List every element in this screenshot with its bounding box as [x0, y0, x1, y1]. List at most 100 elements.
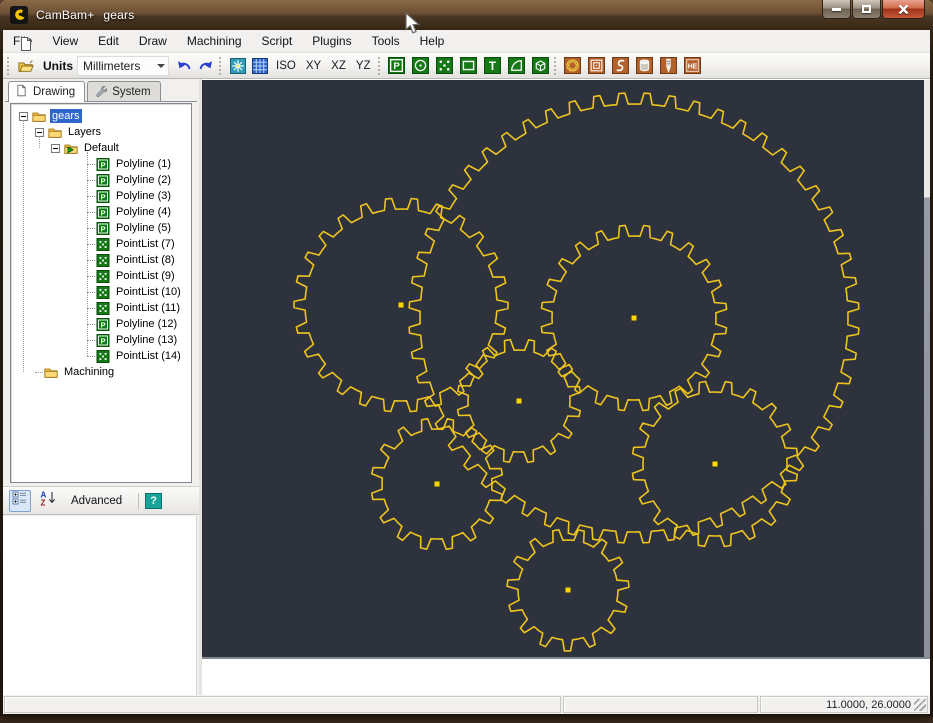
- tree-collapse-toggle[interactable]: [51, 144, 60, 153]
- tree-item-polyline-1[interactable]: PPolyline (1): [11, 156, 191, 172]
- gear-bottom-center-point[interactable]: [566, 588, 571, 593]
- tree-item-pointlist-11[interactable]: PointList (11): [11, 300, 191, 316]
- pointlist-icon: [96, 238, 110, 251]
- property-grid[interactable]: [3, 516, 197, 695]
- view-xz-button[interactable]: XZ: [326, 57, 351, 75]
- tree-item-machining[interactable]: Machining: [11, 364, 191, 380]
- tree-connector: [87, 164, 95, 165]
- gear-center-shaft-center-point[interactable]: [632, 316, 637, 321]
- view-yz-button[interactable]: YZ: [351, 57, 376, 75]
- drill-op-icon[interactable]: [658, 55, 680, 77]
- draw-circle-icon[interactable]: [410, 55, 432, 77]
- sort-alphabetical-button[interactable]: AZ: [37, 490, 59, 512]
- tab-drawing[interactable]: Drawing: [8, 81, 85, 102]
- folder-icon: [44, 366, 58, 379]
- tree-item-polyline-3[interactable]: PPolyline (3): [11, 188, 191, 204]
- close-button[interactable]: [882, 0, 925, 19]
- tree-item-gears[interactable]: gears: [11, 108, 191, 124]
- tree-connector: [87, 276, 95, 277]
- minimize-button[interactable]: [822, 0, 851, 19]
- drawing-canvas[interactable]: [202, 80, 930, 657]
- menu-draw[interactable]: Draw: [129, 30, 177, 52]
- tree-item-label: PointList (11): [114, 301, 182, 315]
- svg-text:P: P: [100, 224, 105, 233]
- gear-bottom-left-center-point[interactable]: [435, 482, 440, 487]
- tree-item-polyline-2[interactable]: PPolyline (2): [11, 172, 191, 188]
- view-iso-button[interactable]: ISO: [271, 57, 301, 75]
- drawing-tree-box[interactable]: gearsLayersDefaultPPolyline (1)PPolyline…: [10, 103, 192, 483]
- advanced-label[interactable]: Advanced: [71, 495, 122, 507]
- gear-small-middle-center-point[interactable]: [517, 399, 522, 404]
- toolbar-grip[interactable]: [219, 57, 223, 75]
- view-xy-button[interactable]: XY: [301, 57, 326, 75]
- toolbar-grip[interactable]: [7, 57, 11, 75]
- object-tree: gearsLayersDefaultPPolyline (1)PPolyline…: [11, 104, 191, 380]
- tree-item-default[interactable]: Default: [11, 140, 191, 156]
- draw-pointlist-icon[interactable]: [434, 55, 456, 77]
- draw-rectangle-icon[interactable]: [458, 55, 480, 77]
- categorized-view-button[interactable]: [9, 490, 31, 512]
- show-axes-icon[interactable]: [227, 55, 249, 77]
- canvas-column: [199, 79, 930, 695]
- toolbar-grip[interactable]: [554, 57, 558, 75]
- svg-text:P: P: [100, 176, 105, 185]
- gear-right-center-point[interactable]: [713, 462, 718, 467]
- title-bar[interactable]: CamBam+ gears: [0, 0, 933, 30]
- tree-item-pointlist-7[interactable]: PointList (7): [11, 236, 191, 252]
- svg-text:Z: Z: [41, 499, 46, 507]
- maximize-button[interactable]: [852, 0, 881, 19]
- folder-icon: [48, 126, 62, 139]
- toolbar-grip[interactable]: [378, 57, 382, 75]
- tab-system[interactable]: System: [87, 81, 160, 101]
- he-op-icon[interactable]: HE: [682, 55, 704, 77]
- tree-item-pointlist-9[interactable]: PointList (9): [11, 268, 191, 284]
- tree-item-polyline-13[interactable]: PPolyline (13): [11, 332, 191, 348]
- units-combobox[interactable]: Millimeters: [77, 56, 169, 76]
- tree-item-pointlist-14[interactable]: PointList (14): [11, 348, 191, 364]
- tree-item-label: Layers: [66, 125, 103, 139]
- tree-item-pointlist-8[interactable]: PointList (8): [11, 252, 191, 268]
- tree-connector: [87, 292, 95, 293]
- draw-surface-icon[interactable]: [530, 55, 552, 77]
- gear-left-center-point[interactable]: [399, 303, 404, 308]
- tree-item-label: PointList (9): [114, 269, 177, 283]
- menu-machining[interactable]: Machining: [177, 30, 252, 52]
- redo-icon[interactable]: [195, 55, 217, 77]
- draw-text-icon[interactable]: T: [482, 55, 504, 77]
- property-help-button[interactable]: ?: [145, 493, 162, 509]
- polyline-icon: P: [96, 334, 110, 347]
- menu-edit[interactable]: Edit: [88, 30, 129, 52]
- svg-text:P: P: [100, 320, 105, 329]
- pointlist-icon: [96, 302, 110, 315]
- profile-op-icon[interactable]: [562, 55, 584, 77]
- tree-item-layers[interactable]: Layers: [11, 124, 191, 140]
- tree-item-label: Polyline (5): [114, 221, 173, 235]
- tree-connector: [87, 260, 95, 261]
- show-grid-icon[interactable]: [249, 55, 271, 77]
- menu-view[interactable]: View: [42, 30, 88, 52]
- menu-help[interactable]: Help: [410, 30, 455, 52]
- tree-item-polyline-4[interactable]: PPolyline (4): [11, 204, 191, 220]
- gears-drawing: [202, 80, 932, 657]
- tree-item-polyline-12[interactable]: PPolyline (12): [11, 316, 191, 332]
- pocket-op-icon[interactable]: [586, 55, 608, 77]
- draw-arc-icon[interactable]: [506, 55, 528, 77]
- engrave-op-icon[interactable]: [610, 55, 632, 77]
- tree-item-polyline-5[interactable]: P Polyline (5): [11, 220, 191, 236]
- menu-plugins[interactable]: Plugins: [302, 30, 361, 52]
- main-toolbar: Units Millimeters ISOXYXZYZ PT HE: [3, 53, 930, 79]
- new-file-icon[interactable]: [15, 33, 37, 55]
- menu-tools[interactable]: Tools: [362, 30, 410, 52]
- draw-polyline-icon[interactable]: P: [386, 55, 408, 77]
- undo-icon[interactable]: [173, 55, 195, 77]
- combo-dropdown-icon[interactable]: [153, 57, 168, 75]
- menu-script[interactable]: Script: [252, 30, 303, 52]
- svg-text:P: P: [100, 336, 105, 345]
- resize-grip[interactable]: [914, 699, 926, 711]
- units-value: Millimeters: [83, 59, 140, 73]
- pointlist-icon: [96, 270, 110, 283]
- tree-item-pointlist-10[interactable]: PointList (10): [11, 284, 191, 300]
- lathe-op-icon[interactable]: [634, 55, 656, 77]
- tab-label: Drawing: [33, 86, 75, 98]
- open-file-icon[interactable]: [15, 55, 37, 77]
